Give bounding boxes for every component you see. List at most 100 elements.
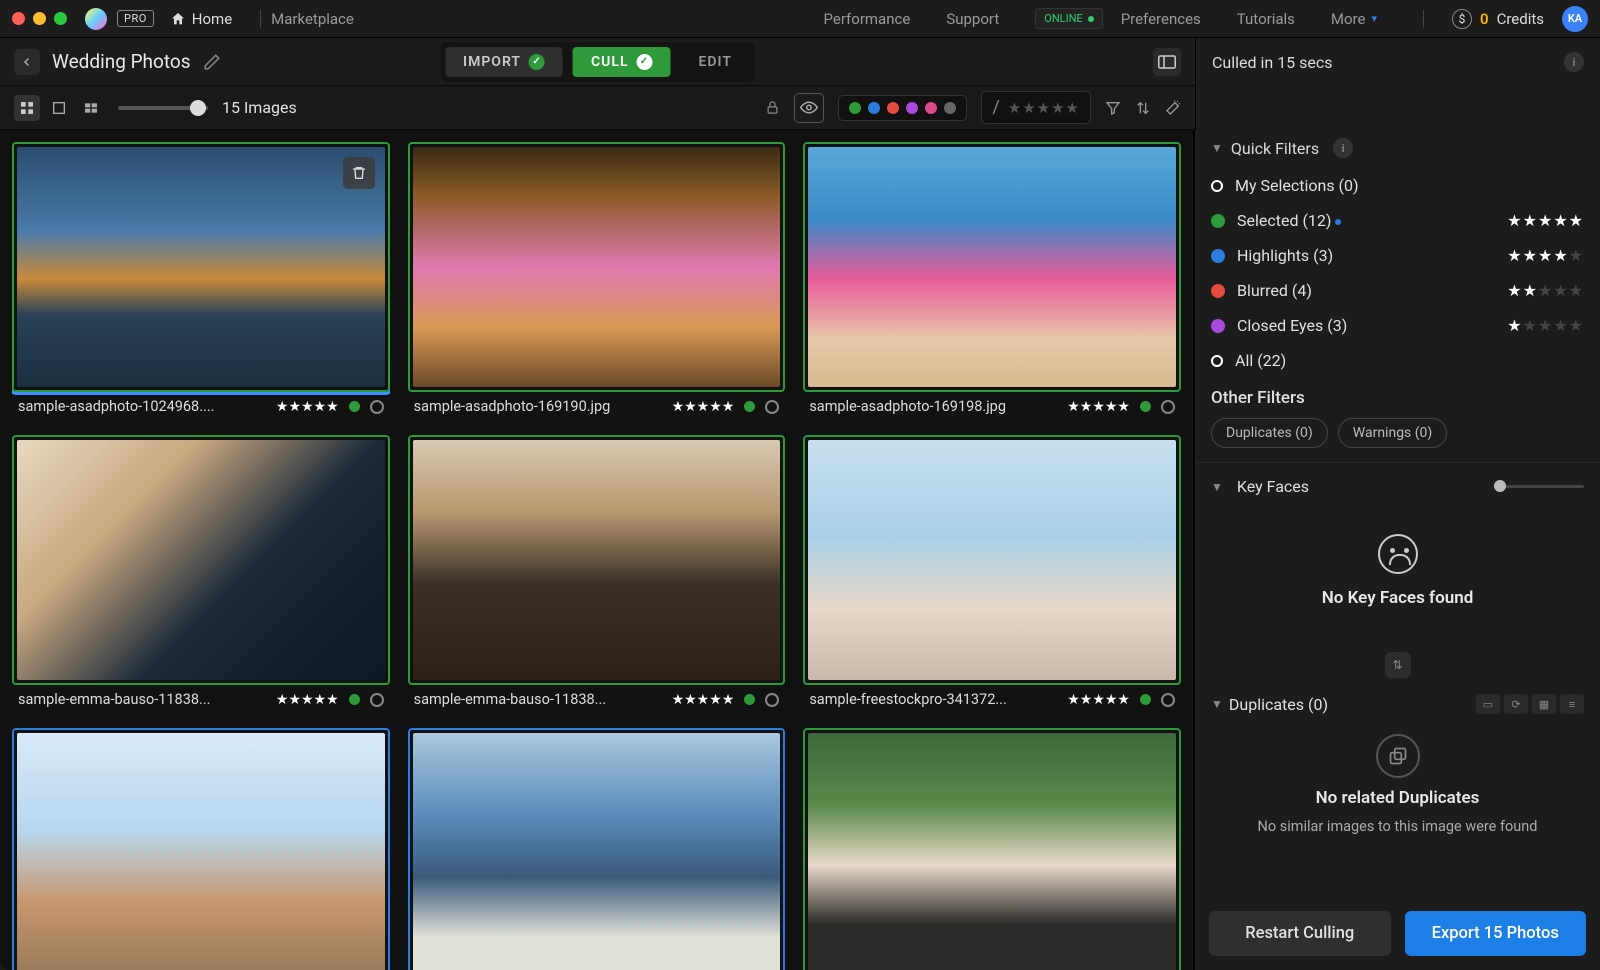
eye-icon xyxy=(800,101,818,114)
maximize-window[interactable] xyxy=(54,12,67,25)
collapse-sidebar-button[interactable] xyxy=(14,49,40,75)
filter-row[interactable]: Highlights (3)★★★★★ xyxy=(1211,238,1584,273)
color-filter-dots[interactable] xyxy=(838,95,967,121)
view-compare-button[interactable] xyxy=(78,95,104,121)
thumbnail[interactable] xyxy=(17,440,385,680)
tab-cull[interactable]: CULL✓ xyxy=(573,47,670,77)
app-logo[interactable] xyxy=(85,8,107,30)
culled-status: Culled in 15 secs xyxy=(1212,53,1333,72)
image-card[interactable]: sample-freestockpro-341372...★★★★★ xyxy=(803,435,1181,710)
color-label[interactable] xyxy=(1140,694,1151,705)
image-card[interactable] xyxy=(12,728,390,970)
color-dot-purple[interactable] xyxy=(906,102,918,114)
lock-button[interactable] xyxy=(765,99,780,116)
rating-stars[interactable]: ★★★★★ xyxy=(1067,399,1130,415)
nav-home[interactable]: Home xyxy=(170,10,232,28)
thumbnail[interactable] xyxy=(808,147,1176,387)
color-label[interactable] xyxy=(1140,401,1151,412)
selection-ring[interactable] xyxy=(765,400,779,414)
preview-toggle[interactable] xyxy=(794,93,824,123)
view-single-button[interactable] xyxy=(46,95,72,121)
image-card[interactable] xyxy=(408,728,786,970)
filter-row[interactable]: Closed Eyes (3)★★★★★ xyxy=(1211,308,1584,343)
restart-culling-button[interactable]: Restart Culling xyxy=(1209,911,1391,956)
file-name: sample-asadphoto-1024968.... xyxy=(18,398,266,415)
thumbnail[interactable] xyxy=(413,147,781,387)
rating-filter[interactable]: / ★★★★★ xyxy=(981,91,1091,124)
thumbnail[interactable] xyxy=(17,733,385,970)
credits[interactable]: $ 0 Credits xyxy=(1452,9,1544,29)
nav-marketplace[interactable]: Marketplace xyxy=(271,10,354,28)
rating-stars[interactable]: ★★★★★ xyxy=(672,692,735,708)
rating-stars[interactable]: ★★★★★ xyxy=(672,399,735,415)
view-grid-button[interactable] xyxy=(14,95,40,121)
image-grid-area[interactable]: sample-asadphoto-1024968....★★★★★sample-… xyxy=(0,130,1195,970)
selection-ring[interactable] xyxy=(765,693,779,707)
image-card[interactable] xyxy=(803,728,1181,970)
image-card[interactable]: sample-emma-bauso-11838...★★★★★ xyxy=(12,435,390,710)
filter-row[interactable]: Blurred (4)★★★★★ xyxy=(1211,273,1584,308)
filter-label: All (22) xyxy=(1235,351,1286,370)
selection-ring[interactable] xyxy=(1161,400,1175,414)
sort-button[interactable] xyxy=(1135,100,1151,116)
selection-ring[interactable] xyxy=(1161,693,1175,707)
color-dot-pink[interactable] xyxy=(925,102,937,114)
dup-view-4[interactable]: ≡ xyxy=(1560,694,1584,714)
delete-button[interactable] xyxy=(343,157,375,189)
color-dot-blue[interactable] xyxy=(868,102,880,114)
info-icon[interactable]: i xyxy=(1333,138,1353,158)
image-card[interactable]: sample-asadphoto-169198.jpg★★★★★ xyxy=(803,142,1181,417)
nav-preferences[interactable]: Preferences xyxy=(1121,10,1201,28)
tab-edit[interactable]: EDIT xyxy=(681,47,750,77)
thumbnail[interactable] xyxy=(808,440,1176,680)
nav-support[interactable]: Support xyxy=(946,10,999,28)
color-label[interactable] xyxy=(349,401,360,412)
toggle-panel-button[interactable] xyxy=(1153,48,1181,76)
color-dot-green[interactable] xyxy=(849,102,861,114)
sort-icon xyxy=(1135,100,1151,116)
thumbnail[interactable] xyxy=(808,733,1176,970)
nav-tutorials[interactable]: Tutorials xyxy=(1237,10,1295,28)
key-faces-title: Key Faces xyxy=(1237,477,1309,496)
filter-row[interactable]: Selected (12)★★★★★ xyxy=(1211,203,1584,238)
export-photos-button[interactable]: Export 15 Photos xyxy=(1405,911,1587,956)
dup-view-2[interactable]: ⟳ xyxy=(1504,694,1528,714)
color-dot-grey[interactable] xyxy=(944,102,956,114)
rating-stars[interactable]: ★★★★★ xyxy=(276,399,339,415)
face-size-slider[interactable] xyxy=(1494,485,1584,488)
avatar[interactable]: KA xyxy=(1562,6,1588,32)
selection-ring[interactable] xyxy=(370,693,384,707)
thumbnail[interactable] xyxy=(17,147,385,387)
thumbnail[interactable] xyxy=(413,440,781,680)
close-window[interactable] xyxy=(12,12,25,25)
filter-row[interactable]: All (22) xyxy=(1211,343,1584,378)
image-card[interactable]: sample-emma-bauso-11838...★★★★★ xyxy=(408,435,786,710)
nav-performance[interactable]: Performance xyxy=(824,10,911,28)
selection-ring[interactable] xyxy=(370,400,384,414)
thumbnail-size-slider[interactable] xyxy=(118,106,208,110)
info-button[interactable]: i xyxy=(1564,52,1584,72)
rating-stars[interactable]: ★★★★★ xyxy=(276,692,339,708)
filter-button[interactable] xyxy=(1105,100,1121,116)
magic-button[interactable] xyxy=(1165,100,1181,116)
collapse-section-button[interactable]: ⇅ xyxy=(1385,652,1411,678)
color-label[interactable] xyxy=(744,694,755,705)
pro-badge: PRO xyxy=(117,10,154,27)
color-label[interactable] xyxy=(349,694,360,705)
dup-view-1[interactable]: ▭ xyxy=(1476,694,1500,714)
filter-row[interactable]: My Selections (0) xyxy=(1211,168,1584,203)
thumbnail[interactable] xyxy=(413,733,781,970)
dup-view-3[interactable]: ▦ xyxy=(1532,694,1556,714)
nav-more[interactable]: More▾ xyxy=(1331,10,1377,28)
color-dot-red[interactable] xyxy=(887,102,899,114)
color-label[interactable] xyxy=(744,401,755,412)
quick-filters-header[interactable]: ▼ Quick Filters i xyxy=(1211,138,1584,158)
tab-import[interactable]: IMPORT✓ xyxy=(445,47,563,77)
image-card[interactable]: sample-asadphoto-169190.jpg★★★★★ xyxy=(408,142,786,417)
rating-stars[interactable]: ★★★★★ xyxy=(1067,692,1130,708)
warnings-chip[interactable]: Warnings (0) xyxy=(1338,418,1448,448)
minimize-window[interactable] xyxy=(33,12,46,25)
image-card[interactable]: sample-asadphoto-1024968.... ★★★★★ xyxy=(12,142,390,417)
rename-album-button[interactable] xyxy=(203,53,221,71)
duplicates-chip[interactable]: Duplicates (0) xyxy=(1211,418,1328,448)
